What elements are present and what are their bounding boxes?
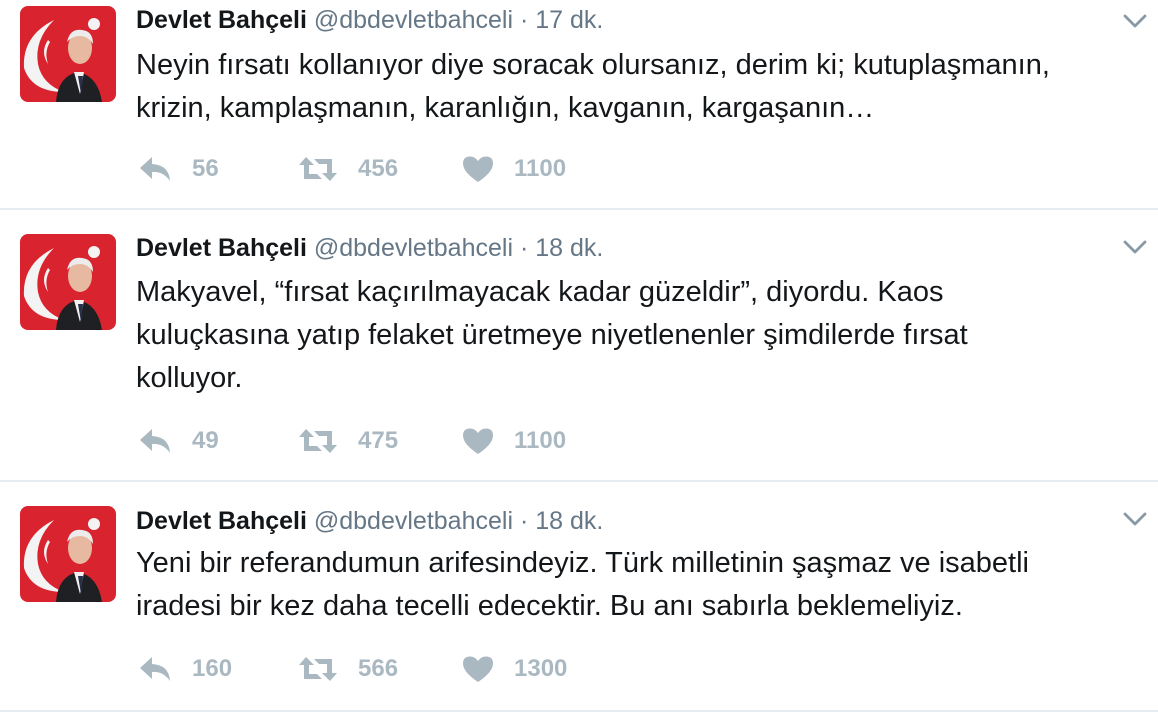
retweet-count: 475 — [358, 427, 399, 454]
reply-button[interactable]: 56 — [138, 153, 219, 185]
tweet-text: Yeni bir referandumun arifesindeyiz. Tür… — [136, 542, 1136, 628]
chevron-down-icon[interactable] — [1122, 510, 1148, 528]
retweet-arrows-icon — [299, 657, 337, 681]
tweet-text-line: Neyin fırsatı kollanıyor diye soracak ol… — [136, 49, 1050, 81]
tweet-text-line: kolluyor. — [136, 362, 243, 394]
reply-count: 160 — [192, 655, 233, 682]
like-count: 1100 — [514, 155, 567, 182]
like-button[interactable]: 1300 — [462, 653, 567, 685]
tweet-actions: 56 456 1100 — [136, 153, 736, 185]
separator-dot: · — [519, 234, 529, 262]
heart-icon — [463, 156, 493, 182]
tweet-header: Devlet Bahçeli @dbdevletbahceli · 18 dk. — [136, 233, 603, 263]
retweet-button[interactable]: 566 — [298, 653, 398, 685]
reply-button[interactable]: 160 — [138, 653, 232, 685]
tweet-text-line: krizin, kamplaşmanın, karanlığın, kavgan… — [136, 92, 875, 124]
author-handle[interactable]: @dbdevletbahceli — [314, 6, 513, 34]
reply-arrow-icon — [140, 157, 170, 181]
tweet-timeline: Devlet Bahçeli @dbdevletbahceli · 17 dk.… — [0, 0, 1158, 714]
author-handle[interactable]: @dbdevletbahceli — [314, 507, 513, 535]
tweet-actions: 49 475 1100 — [136, 425, 736, 457]
avatar[interactable] — [20, 234, 116, 330]
tweet-card[interactable]: Devlet Bahçeli @dbdevletbahceli · 17 dk.… — [0, 0, 1158, 210]
retweet-arrows-icon — [299, 429, 337, 453]
reply-button[interactable]: 49 — [138, 425, 219, 457]
tweet-timestamp[interactable]: 18 dk. — [535, 234, 603, 262]
like-button[interactable]: 1100 — [462, 425, 566, 457]
tweet-text-line: kuluçkasına yatıp felaket üretmeye niyet… — [136, 319, 968, 351]
chevron-down-icon[interactable] — [1122, 12, 1148, 30]
tweet-card[interactable]: Devlet Bahçeli @dbdevletbahceli · 18 dk.… — [0, 210, 1158, 482]
tweet-actions: 160 566 1300 — [136, 653, 736, 685]
heart-icon — [463, 428, 493, 454]
author-name[interactable]: Devlet Bahçeli — [136, 234, 307, 262]
avatar[interactable] — [20, 6, 116, 102]
retweet-arrows-icon — [299, 157, 337, 181]
retweet-button[interactable]: 456 — [298, 153, 398, 185]
tweet-text-line: Yeni bir referandumun arifesindeyiz. Tür… — [136, 547, 1029, 579]
heart-icon — [463, 656, 493, 682]
tweet-timestamp[interactable]: 18 dk. — [535, 507, 603, 535]
tweet-text-line: iradesi bir kez daha tecelli edecektir. … — [136, 590, 963, 622]
like-count: 1300 — [514, 655, 568, 682]
tweet-text-line: Makyavel, “fırsat kaçırılmayacak kadar g… — [136, 276, 944, 308]
like-button[interactable]: 1100 — [462, 153, 566, 185]
avatar-image — [20, 234, 116, 330]
chevron-down-icon[interactable] — [1122, 238, 1148, 256]
retweet-count: 566 — [358, 655, 399, 682]
like-count: 1100 — [514, 427, 567, 454]
retweet-count: 456 — [358, 155, 399, 182]
reply-arrow-icon — [140, 429, 170, 453]
tweet-card[interactable]: Devlet Bahçeli @dbdevletbahceli · 18 dk.… — [0, 482, 1158, 712]
avatar[interactable] — [20, 506, 116, 602]
tweet-text: Makyavel, “fırsat kaçırılmayacak kadar g… — [136, 271, 1136, 400]
reply-count: 49 — [192, 427, 219, 454]
avatar-image — [20, 506, 116, 602]
author-name[interactable]: Devlet Bahçeli — [136, 6, 307, 34]
tweet-header: Devlet Bahçeli @dbdevletbahceli · 18 dk. — [136, 506, 603, 536]
separator-dot: · — [519, 6, 529, 34]
retweet-button[interactable]: 475 — [298, 425, 398, 457]
separator-dot: · — [519, 507, 529, 535]
tweet-header: Devlet Bahçeli @dbdevletbahceli · 17 dk. — [136, 5, 603, 35]
author-handle[interactable]: @dbdevletbahceli — [314, 234, 513, 262]
reply-arrow-icon — [140, 657, 170, 681]
tweet-text: Neyin fırsatı kollanıyor diye soracak ol… — [136, 44, 1136, 130]
avatar-image — [20, 6, 116, 102]
author-name[interactable]: Devlet Bahçeli — [136, 507, 307, 535]
tweet-timestamp[interactable]: 17 dk. — [535, 6, 603, 34]
reply-count: 56 — [192, 155, 219, 182]
